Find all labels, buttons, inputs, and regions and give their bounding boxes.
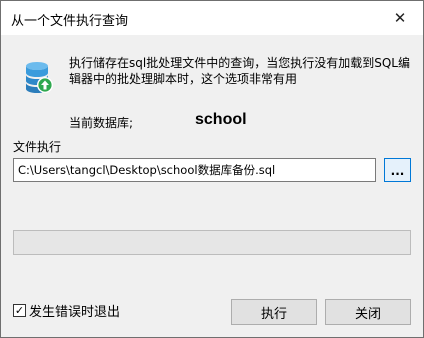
progress-bar <box>13 230 411 255</box>
checkmark-icon[interactable]: ✓ <box>13 303 26 317</box>
browse-button[interactable]: ... <box>384 158 411 182</box>
window-title: 从一个文件执行查询 <box>11 14 129 29</box>
run-button[interactable]: 执行 <box>231 299 317 325</box>
close-icon[interactable]: ✕ <box>377 1 423 35</box>
description-text: 执行储存在sql批处理文件中的查询，当您执行没有加载到SQL编辑器中的批处理脚本… <box>69 56 410 86</box>
current-database-label: 当前数据库; <box>69 116 134 130</box>
close-button[interactable]: 关闭 <box>325 299 411 325</box>
database-upload-icon <box>26 62 53 93</box>
exit-on-error-checkbox[interactable]: ✓ 发生错误时退出 <box>13 301 121 320</box>
title-bar: 从一个文件执行查询 ✕ <box>1 1 423 35</box>
exit-on-error-label: 发生错误时退出 <box>29 304 121 320</box>
file-execute-label: 文件执行 <box>13 140 62 154</box>
current-database-value: school <box>195 111 247 128</box>
file-path-input[interactable] <box>13 158 376 182</box>
dialog-window: 从一个文件执行查询 ✕ 执行储存在sql批处理文件中的查询，当您执行没有加载到S… <box>0 0 424 338</box>
